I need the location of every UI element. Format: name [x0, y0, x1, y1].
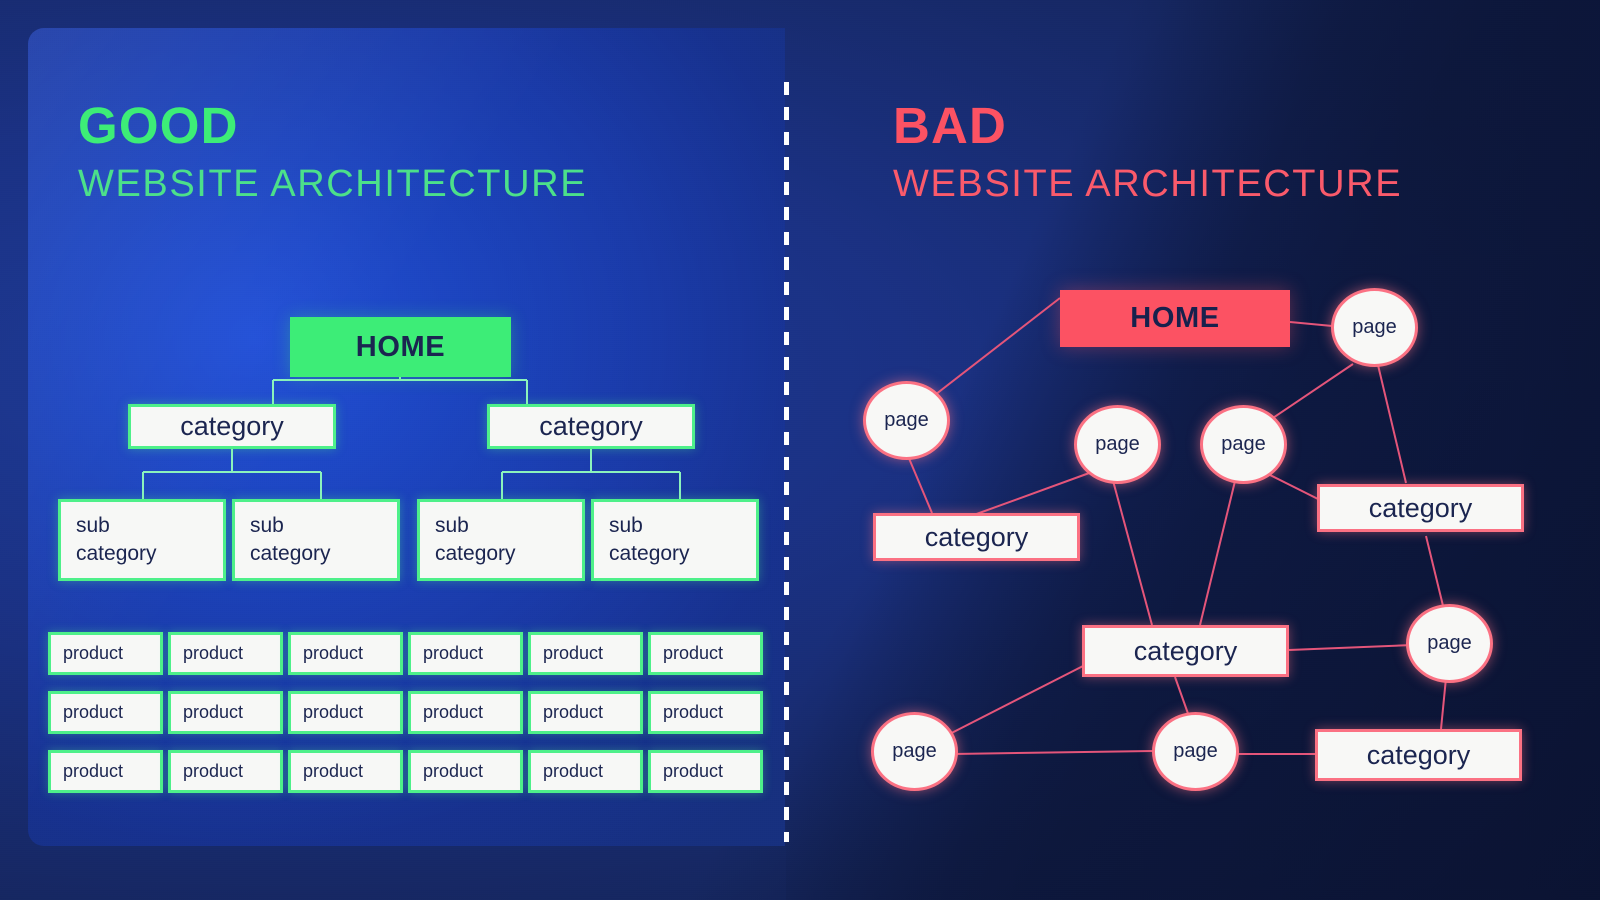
good-product-node-r1-c6[interactable]: product — [648, 632, 763, 675]
good-product-node-r2-c5[interactable]: product — [528, 691, 643, 734]
bad-category-node-1[interactable]: category — [873, 513, 1080, 561]
good-product-node-r3-c3[interactable]: product — [288, 750, 403, 793]
good-product-label: product — [303, 643, 364, 663]
good-subcategory-node-3[interactable]: sub category — [417, 499, 585, 581]
good-subtitle: WEBSITE ARCHITECTURE — [78, 163, 588, 205]
good-product-label: product — [183, 702, 244, 722]
good-product-node-r3-c1[interactable]: product — [48, 750, 163, 793]
bad-category-node-2[interactable]: category — [1317, 484, 1524, 532]
good-subcategory-node-2[interactable]: sub category — [232, 499, 400, 581]
good-product-label: product — [543, 761, 604, 781]
bad-page-node-6[interactable]: page — [871, 712, 958, 791]
good-home-node[interactable]: HOME — [290, 317, 511, 377]
bad-page-label-2: page — [884, 409, 929, 431]
bad-home-node[interactable]: HOME — [1060, 290, 1290, 347]
good-category-label-2: category — [539, 411, 643, 441]
good-product-node-r3-c4[interactable]: product — [408, 750, 523, 793]
good-product-label: product — [423, 643, 484, 663]
bad-page-label-6: page — [892, 740, 937, 762]
good-product-node-r2-c3[interactable]: product — [288, 691, 403, 734]
bad-category-node-4[interactable]: category — [1315, 729, 1522, 781]
good-product-label: product — [303, 761, 364, 781]
good-subcategory-label-2: sub category — [250, 514, 331, 565]
bad-category-node-3[interactable]: category — [1082, 625, 1289, 677]
good-product-label: product — [183, 761, 244, 781]
good-product-node-r1-c1[interactable]: product — [48, 632, 163, 675]
good-product-label: product — [663, 702, 724, 722]
good-product-node-r1-c5[interactable]: product — [528, 632, 643, 675]
good-title: GOOD — [78, 97, 239, 154]
good-product-label: product — [543, 643, 604, 663]
good-product-label: product — [183, 643, 244, 663]
good-product-node-r2-c2[interactable]: product — [168, 691, 283, 734]
good-product-label: product — [423, 761, 484, 781]
bad-page-label-7: page — [1173, 740, 1218, 762]
bad-page-node-2[interactable]: page — [863, 381, 950, 460]
bad-home-label: HOME — [1130, 302, 1220, 334]
good-product-label: product — [423, 702, 484, 722]
good-home-label: HOME — [355, 330, 446, 363]
good-subcategory-node-1[interactable]: sub category — [58, 499, 226, 581]
bad-page-label-4: page — [1221, 433, 1266, 455]
bad-page-node-5[interactable]: page — [1406, 604, 1493, 683]
good-product-node-r3-c6[interactable]: product — [648, 750, 763, 793]
bad-network: HOME page page page page page page page … — [786, 0, 1600, 900]
good-category-label-1: category — [180, 411, 284, 441]
good-product-node-r1-c4[interactable]: product — [408, 632, 523, 675]
good-category-node-1[interactable]: category — [128, 404, 336, 449]
good-subcategory-label-1: sub category — [76, 514, 157, 565]
infographic-canvas: HOME category category sub category sub ca… — [0, 0, 1600, 900]
good-product-label: product — [63, 643, 124, 663]
good-product-node-r1-c3[interactable]: product — [288, 632, 403, 675]
good-product-label: product — [63, 702, 124, 722]
good-product-label: product — [63, 761, 124, 781]
good-product-node-r3-c5[interactable]: product — [528, 750, 643, 793]
good-product-label: product — [543, 702, 604, 722]
good-subcategory-label-3: sub category — [435, 514, 516, 565]
good-category-node-2[interactable]: category — [487, 404, 695, 449]
bad-page-node-4[interactable]: page — [1200, 405, 1287, 484]
bad-category-label-2: category — [1368, 492, 1473, 523]
good-product-node-r2-c1[interactable]: product — [48, 691, 163, 734]
good-heading-block: GOOD WEBSITE ARCHITECTURE — [78, 100, 587, 203]
bad-category-label-3: category — [1133, 635, 1238, 666]
good-subcategory-label-4: sub category — [609, 514, 690, 565]
bad-page-node-1[interactable]: page — [1331, 288, 1418, 367]
bad-page-label-1: page — [1352, 316, 1397, 338]
bad-page-label-3: page — [1095, 433, 1140, 455]
bad-category-label-4: category — [1366, 739, 1471, 770]
good-product-node-r3-c2[interactable]: product — [168, 750, 283, 793]
bad-page-label-5: page — [1427, 632, 1472, 654]
bad-category-label-1: category — [924, 521, 1029, 552]
good-subcategory-node-4[interactable]: sub category — [591, 499, 759, 581]
good-product-node-r2-c4[interactable]: product — [408, 691, 523, 734]
good-product-label: product — [303, 702, 364, 722]
bad-page-node-3[interactable]: page — [1074, 405, 1161, 484]
good-product-label: product — [663, 761, 724, 781]
good-product-node-r2-c6[interactable]: product — [648, 691, 763, 734]
good-product-label: product — [663, 643, 724, 663]
good-product-node-r1-c2[interactable]: product — [168, 632, 283, 675]
bad-page-node-7[interactable]: page — [1152, 712, 1239, 791]
